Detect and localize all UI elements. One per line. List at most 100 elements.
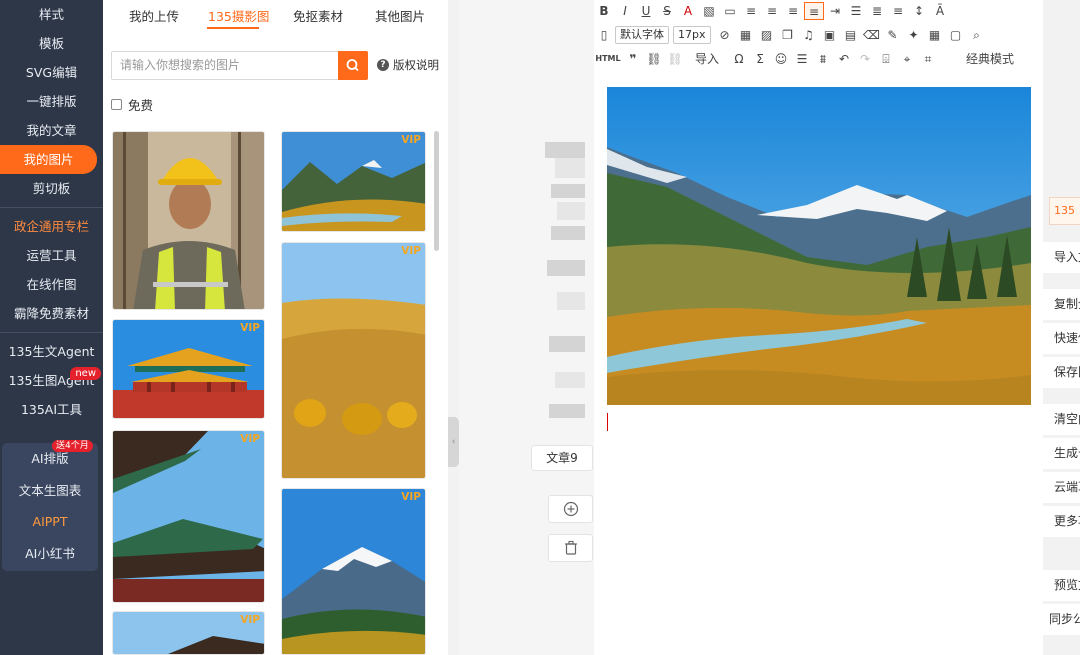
underline-icon[interactable]: U bbox=[636, 2, 656, 20]
panel-collapse-handle[interactable]: ‹ bbox=[448, 417, 459, 467]
emoji-icon[interactable]: ☺ bbox=[771, 50, 791, 68]
search-replace-icon[interactable]: ⌕ bbox=[967, 26, 987, 44]
action-sync-official[interactable]: 同步公 bbox=[1043, 604, 1080, 635]
sidebar-item-ai-tools[interactable]: 135AI工具 bbox=[0, 395, 103, 424]
ai-item-layout[interactable]: 送4个月 AI排版 bbox=[2, 440, 98, 475]
layers-icon[interactable]: ❐ bbox=[778, 26, 798, 44]
font-size-select[interactable]: 17px bbox=[673, 26, 711, 44]
action-quick-save[interactable]: 快速保 bbox=[1043, 323, 1080, 354]
tab-other-images[interactable]: 其他图片 bbox=[375, 6, 425, 25]
add-article-button[interactable] bbox=[548, 495, 593, 523]
tab-135-photos[interactable]: 135摄影图 bbox=[208, 6, 269, 25]
search-button[interactable] bbox=[338, 51, 368, 80]
action-generate-long-image[interactable]: 生成长 bbox=[1043, 438, 1080, 469]
bg-color-icon[interactable]: ▧ bbox=[699, 2, 719, 20]
undo-icon[interactable]: ↶ bbox=[834, 50, 854, 68]
paint-icon[interactable]: ⌹ bbox=[876, 50, 896, 68]
action-cloud-drafts[interactable]: 云端草 bbox=[1043, 472, 1080, 503]
image-thumb-eaves[interactable]: VIP bbox=[112, 430, 265, 603]
list-icon[interactable]: ☰ bbox=[846, 2, 866, 20]
spacing-icon[interactable]: ≣ bbox=[867, 2, 887, 20]
ai-item-text-to-chart[interactable]: 文本生图表 bbox=[2, 475, 98, 507]
paragraph-icon[interactable]: ≡ bbox=[888, 2, 908, 20]
sidebar-item-my-images[interactable]: 我的图片 bbox=[0, 145, 97, 174]
link-icon[interactable]: ⛓ bbox=[644, 50, 664, 68]
sidebar-item-one-click-layout[interactable]: 一键排版 bbox=[0, 87, 103, 116]
unlink-icon[interactable]: ⛓ bbox=[665, 50, 685, 68]
strikethrough-icon[interactable]: S bbox=[657, 2, 677, 20]
music-icon[interactable]: ♫ bbox=[799, 26, 819, 44]
italic-icon[interactable]: I bbox=[615, 2, 635, 20]
sidebar-item-styles[interactable]: 样式 bbox=[0, 0, 103, 29]
align-left-icon[interactable]: ≡ bbox=[741, 2, 761, 20]
brush-icon[interactable]: ✎ bbox=[883, 26, 903, 44]
align-center-icon[interactable]: ≡ bbox=[762, 2, 782, 20]
bullet-list-icon[interactable]: ☰ bbox=[792, 50, 812, 68]
magic-icon[interactable]: ✦ bbox=[904, 26, 924, 44]
sidebar-item-gov-column[interactable]: 政企通用专栏 bbox=[0, 212, 103, 241]
mode-select[interactable]: 经典模式 bbox=[959, 50, 1021, 68]
sidebar-item-my-articles[interactable]: 我的文章 bbox=[0, 116, 103, 145]
free-checkbox[interactable] bbox=[111, 99, 122, 110]
video-icon[interactable]: ▣ bbox=[820, 26, 840, 44]
image-thumb-worker[interactable] bbox=[112, 131, 265, 310]
import-menu[interactable]: 导入 bbox=[686, 50, 728, 68]
omega-icon[interactable]: Ω bbox=[729, 50, 749, 68]
ai-item-aippt[interactable]: AIPPT bbox=[2, 506, 98, 538]
document-icon[interactable]: ▯ bbox=[594, 26, 614, 44]
editor-inserted-image[interactable] bbox=[607, 87, 1031, 405]
bold-icon[interactable]: B bbox=[594, 2, 614, 20]
eraser-icon[interactable]: ⌫ bbox=[862, 26, 882, 44]
template-icon[interactable]: ▤ bbox=[841, 26, 861, 44]
quote-icon[interactable]: ❞ bbox=[623, 50, 643, 68]
135-tool-tab[interactable]: 135 bbox=[1049, 197, 1080, 225]
search-input[interactable]: 请输入你想搜索的图片 bbox=[111, 51, 367, 80]
sidebar-item-ops-tools[interactable]: 运营工具 bbox=[0, 241, 103, 270]
copyright-link[interactable]: ? 版权说明 bbox=[377, 57, 439, 73]
free-filter[interactable]: 免费 bbox=[111, 95, 153, 114]
action-more-features[interactable]: 更多功 bbox=[1043, 506, 1080, 537]
redo-icon[interactable]: ↷ bbox=[855, 50, 875, 68]
frame-icon[interactable]: ▢ bbox=[946, 26, 966, 44]
action-save-image[interactable]: 保存图 bbox=[1043, 357, 1080, 388]
delete-article-button[interactable] bbox=[548, 534, 593, 562]
image-thumb-snow-peak[interactable]: VIP bbox=[281, 488, 426, 655]
indent-icon[interactable]: ⇥ bbox=[825, 2, 845, 20]
action-copy-all[interactable]: 复制全 bbox=[1043, 289, 1080, 320]
image-thumb-valley[interactable]: VIP bbox=[281, 131, 426, 232]
clear-format-icon[interactable]: ⊘ bbox=[715, 26, 735, 44]
text-case-icon[interactable]: Ā bbox=[930, 2, 950, 20]
image-icon[interactable]: ▨ bbox=[757, 26, 777, 44]
font-color-icon[interactable]: A bbox=[678, 2, 698, 20]
sidebar-item-free-assets[interactable]: 霸降免费素材 bbox=[0, 299, 103, 328]
line-height-icon[interactable]: ↕ bbox=[909, 2, 929, 20]
align-justify-icon[interactable]: ≡ bbox=[804, 2, 824, 20]
sidebar-item-svg-edit[interactable]: SVG编辑 bbox=[0, 58, 103, 87]
grid-icon[interactable]: ▦ bbox=[925, 26, 945, 44]
sidebar-item-online-design[interactable]: 在线作图 bbox=[0, 270, 103, 299]
html-button[interactable]: HTML bbox=[594, 50, 622, 68]
crop-icon[interactable]: ⌗ bbox=[918, 50, 938, 68]
action-preview-article[interactable]: 预览文 bbox=[1043, 570, 1080, 601]
article-tab[interactable]: 文章9 bbox=[531, 445, 593, 471]
image-thumb-grassland[interactable]: VIP bbox=[281, 242, 426, 479]
location-icon[interactable]: ⌖ bbox=[897, 50, 917, 68]
ai-item-xiaohongshu[interactable]: AI小红书 bbox=[2, 538, 98, 570]
image-thumb-palace[interactable]: VIP bbox=[112, 319, 265, 419]
sidebar-item-image-agent[interactable]: 135生图Agent new bbox=[0, 366, 103, 395]
table-icon[interactable]: ▦ bbox=[736, 26, 756, 44]
action-import-article[interactable]: 导入文 bbox=[1043, 242, 1080, 273]
divider-icon[interactable]: ⩩ bbox=[813, 50, 833, 68]
tab-cutout-assets[interactable]: 免抠素材 bbox=[293, 6, 343, 25]
sidebar-item-templates[interactable]: 模板 bbox=[0, 29, 103, 58]
sidebar-item-text-agent[interactable]: 135生文Agent bbox=[0, 337, 103, 366]
sigma-icon[interactable]: Σ bbox=[750, 50, 770, 68]
action-clear-content[interactable]: 清空内 bbox=[1043, 404, 1080, 435]
align-right-icon[interactable]: ≡ bbox=[783, 2, 803, 20]
panel-scrollbar[interactable] bbox=[434, 131, 439, 251]
tab-my-uploads[interactable]: 我的上传 bbox=[129, 6, 179, 25]
format-icon[interactable]: ▭ bbox=[720, 2, 740, 20]
font-family-select[interactable]: 默认字体 bbox=[615, 26, 669, 44]
sidebar-item-clipboard[interactable]: 剪切板 bbox=[0, 174, 103, 203]
image-thumb-roof[interactable]: VIP bbox=[112, 611, 265, 655]
